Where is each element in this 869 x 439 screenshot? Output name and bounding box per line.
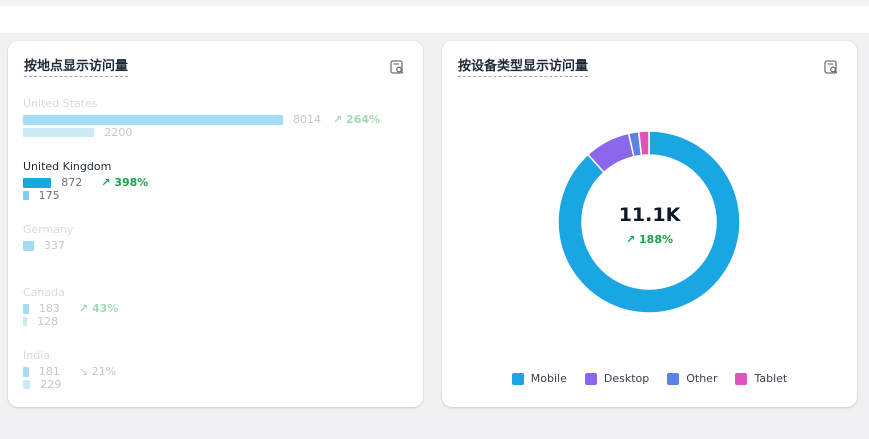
legend-item-desktop[interactable]: Desktop: [584, 372, 650, 385]
current-period-bar: [23, 178, 52, 188]
visit-count: 181: [38, 365, 60, 378]
country-name: United Kingdom: [23, 160, 112, 173]
change-percent: ↗ 264%: [333, 113, 381, 126]
device-legend: Mobile Desktop Other Tablet: [442, 372, 857, 385]
country-name: Canada: [23, 286, 65, 299]
legend-item-mobile[interactable]: Mobile: [511, 372, 567, 385]
change-percent: ↗ 43%: [78, 302, 119, 315]
previous-period-bar: [23, 191, 29, 200]
location-row[interactable]: India 181 ↘ 21% 229: [23, 349, 413, 399]
current-period-bar: [23, 241, 34, 251]
device-visits-card: 按设备类型显示访问量 11.1K ↗ 188% Mobile Desktop Oth…: [442, 41, 857, 407]
visit-count: 8014: [293, 113, 321, 126]
visit-count: 872: [61, 176, 83, 189]
location-row[interactable]: United Kingdom 872 ↗ 398% 175: [23, 160, 413, 210]
current-period-bar: [23, 304, 29, 314]
change-percent: ↗ 398%: [101, 176, 149, 189]
previous-period-bar: [23, 317, 28, 326]
country-name: India: [23, 349, 50, 362]
country-name: Germany: [23, 223, 74, 236]
search-report-icon[interactable]: [389, 59, 405, 75]
current-period-bar: [23, 367, 29, 377]
visit-count: 337: [43, 239, 65, 252]
donut-total: 11.1K: [618, 204, 681, 226]
visit-count: 128: [37, 315, 59, 328]
legend-item-other[interactable]: Other: [667, 372, 717, 385]
previous-period-bar: [23, 380, 31, 389]
legend-item-tablet[interactable]: Tablet: [735, 372, 787, 385]
visit-count: 183: [38, 302, 60, 315]
legend-label: Tablet: [754, 372, 788, 385]
donut-slice-tablet[interactable]: [637, 130, 650, 157]
top-bar: [0, 6, 869, 33]
card-title: 按地点显示访问量: [24, 59, 129, 77]
donut-change: ↗ 188%: [625, 233, 674, 246]
location-visits-card: 按地点显示访问量 United States 8014 ↗ 264% 2200 Unit…: [8, 41, 423, 407]
location-row[interactable]: Germany 337: [23, 223, 413, 273]
legend-swatch: [667, 372, 680, 385]
legend-swatch: [511, 372, 524, 385]
country-name: United States: [23, 97, 98, 110]
legend-label: Mobile: [530, 372, 567, 385]
legend-label: Desktop: [603, 372, 650, 385]
visit-count: 229: [40, 378, 62, 391]
legend-swatch: [584, 372, 597, 385]
visit-count: 175: [38, 189, 60, 202]
legend-label: Other: [686, 372, 718, 385]
change-percent: ↘ 21%: [78, 365, 117, 378]
location-row[interactable]: United States 8014 ↗ 264% 2200: [23, 97, 413, 147]
current-period-bar: [23, 115, 283, 125]
visit-count: 2200: [104, 126, 133, 139]
location-row[interactable]: Canada 183 ↗ 43% 128: [23, 286, 413, 336]
legend-swatch: [735, 372, 748, 385]
previous-period-bar: [23, 128, 95, 137]
